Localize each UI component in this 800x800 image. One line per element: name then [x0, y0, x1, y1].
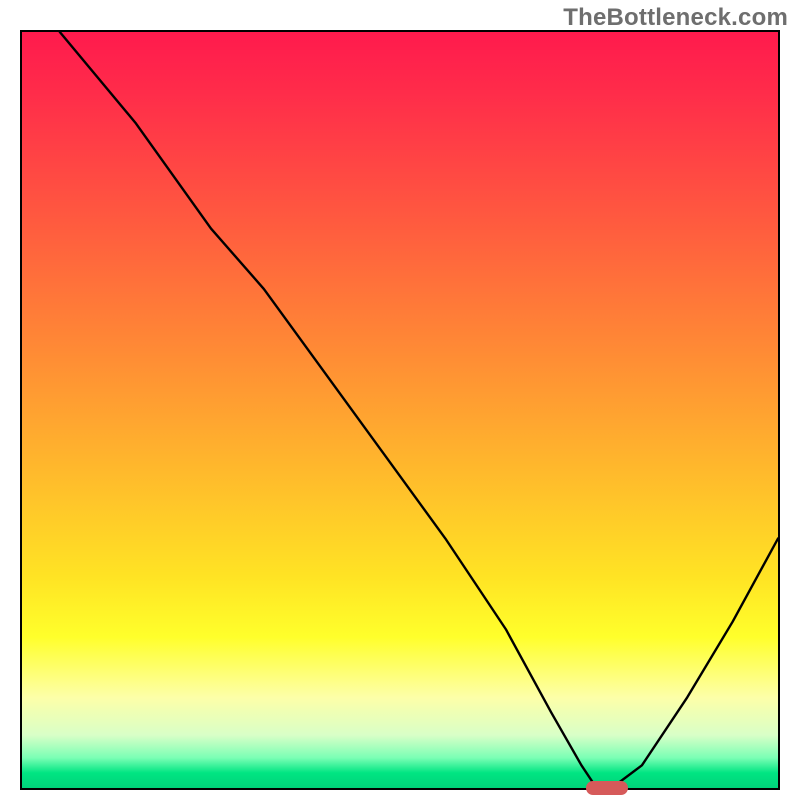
- bottleneck-curve: [22, 32, 778, 788]
- watermark-text: TheBottleneck.com: [563, 4, 788, 32]
- optimal-marker: [586, 781, 628, 795]
- chart-area: [20, 30, 780, 790]
